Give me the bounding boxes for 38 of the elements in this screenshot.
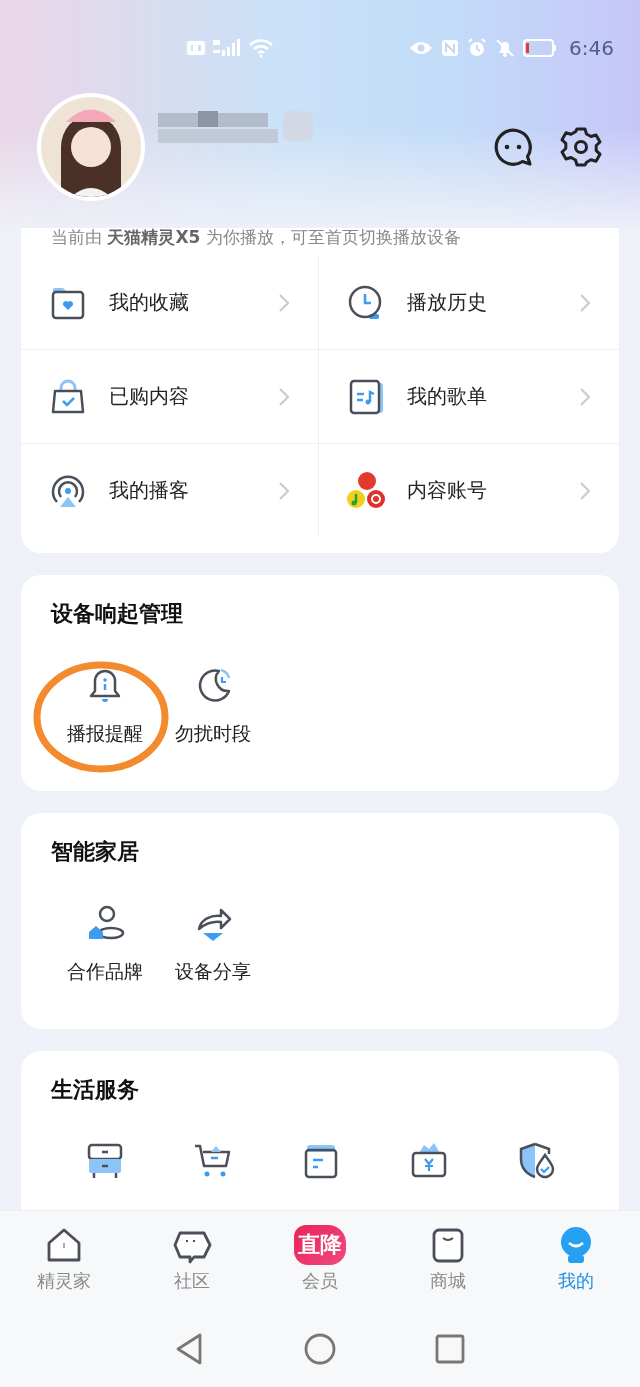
eye-icon bbox=[409, 40, 434, 56]
bell-off-icon bbox=[495, 38, 516, 58]
chevron-icon bbox=[579, 292, 591, 313]
menu-row[interactable]: 我的播客 bbox=[21, 444, 319, 537]
hd-icon bbox=[186, 39, 206, 57]
alarm-icon bbox=[467, 38, 488, 58]
tab[interactable]: 直降 会员 bbox=[256, 1211, 384, 1311]
menu-row[interactable]: 已购内容 bbox=[21, 350, 319, 444]
chat-icon[interactable] bbox=[492, 126, 534, 168]
avatar[interactable] bbox=[36, 92, 146, 202]
section-title: 智能家居 bbox=[50, 838, 140, 865]
shortcut-item[interactable]: 勿扰时段 bbox=[159, 665, 267, 747]
menu-row[interactable]: 播放历史 bbox=[319, 256, 619, 350]
nfc-icon bbox=[441, 39, 460, 57]
signal-icon bbox=[212, 38, 242, 58]
cabinet-icon bbox=[85, 1141, 125, 1181]
shortcut-item[interactable]: 设备分享 bbox=[159, 903, 267, 985]
section-title: 设备响起管理 bbox=[49, 600, 184, 627]
shield-drop-icon bbox=[517, 1141, 557, 1181]
battery-icon bbox=[523, 39, 558, 57]
menu-row[interactable]: 我的歌单 bbox=[319, 350, 619, 444]
chevron-icon bbox=[278, 480, 290, 501]
clock: 6:46 bbox=[569, 36, 614, 60]
settings-icon[interactable] bbox=[560, 126, 602, 168]
chevron-icon bbox=[278, 386, 290, 407]
notice-text: 当前由 天猫精灵X5 为你播放，可至首页切换播放设备 bbox=[50, 228, 462, 246]
chevron-icon bbox=[278, 292, 290, 313]
section-title: 生活服务 bbox=[49, 1076, 140, 1103]
shortcut-item[interactable]: 合作品牌 bbox=[51, 903, 159, 985]
menu-row[interactable]: 我的收藏 bbox=[21, 256, 319, 350]
promo-badge: 直降 bbox=[294, 1225, 346, 1265]
wifi-icon bbox=[248, 38, 274, 58]
music-apps-icon bbox=[347, 471, 385, 510]
shopping-bag-icon bbox=[49, 377, 87, 416]
chevron-icon bbox=[579, 480, 591, 501]
chevron-icon bbox=[579, 386, 591, 407]
playlist-icon bbox=[347, 377, 385, 416]
menu-row[interactable]: 内容账号 bbox=[319, 444, 619, 537]
